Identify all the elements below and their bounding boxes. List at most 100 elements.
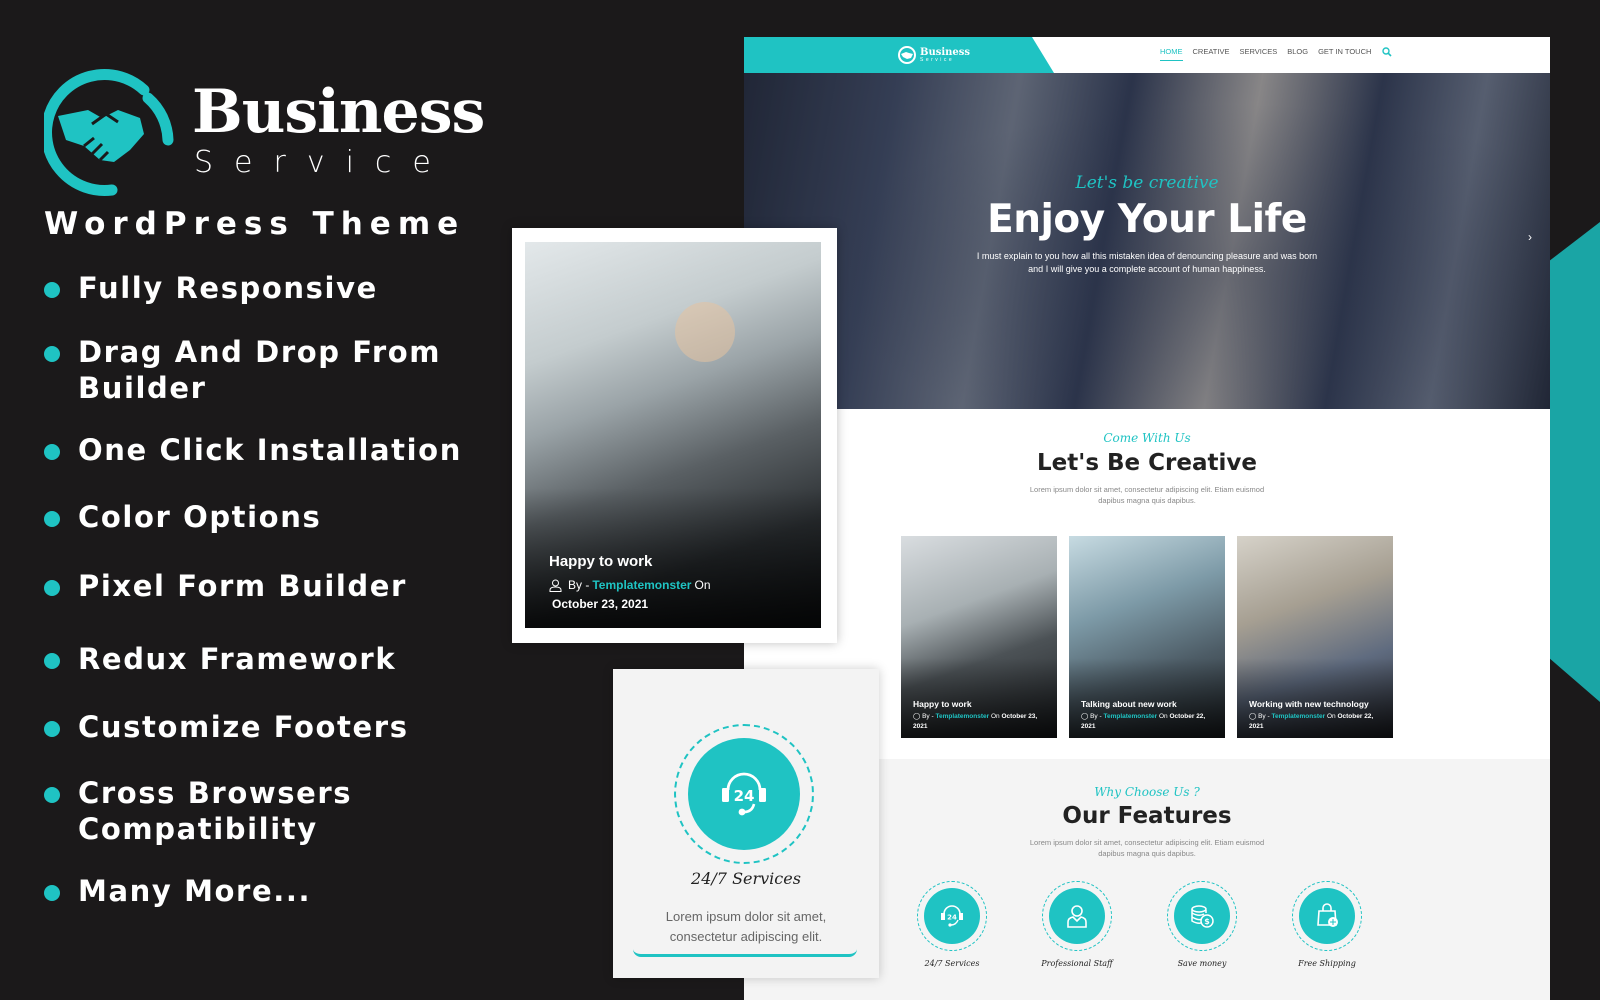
section-title: Let's Be Creative <box>1037 450 1257 476</box>
service-title: 24/7 Services <box>691 869 801 888</box>
user-icon: ◯ <box>1249 713 1257 720</box>
bullet-icon <box>44 511 60 527</box>
post-card[interactable]: Talking about new work ◯ By - Templatemo… <box>1069 536 1225 738</box>
post-card[interactable]: Happy to work ◯ By - Templatemonster On … <box>901 536 1057 738</box>
section-script-heading: Come With Us <box>1103 431 1191 445</box>
site-logo-name: Business <box>920 46 971 58</box>
feature-label: Many More... <box>78 874 312 908</box>
feature-item: Drag And Drop From Builder <box>44 334 458 406</box>
feature-item: One Click Installation <box>44 432 462 468</box>
hero-script-heading: Let's be creative <box>1075 173 1219 193</box>
post-by: By - <box>1090 713 1102 720</box>
feature-label: Free Shipping <box>1298 959 1356 968</box>
post-title[interactable]: Talking about new work <box>1081 698 1217 710</box>
accent-underline <box>633 949 857 957</box>
post-title[interactable]: Happy to work <box>549 553 801 570</box>
post-by: By - <box>1258 713 1270 720</box>
handshake-logo-icon <box>898 46 916 64</box>
decorative-teal-shape <box>1550 222 1600 702</box>
post-author[interactable]: Templatemonster <box>935 713 989 720</box>
svg-text:24: 24 <box>947 914 957 922</box>
post-author[interactable]: Templatemonster <box>1103 713 1157 720</box>
svg-text:24: 24 <box>734 787 755 805</box>
post-title[interactable]: Working with new technology <box>1249 698 1385 710</box>
feature-item: Customize Footers <box>44 709 409 745</box>
post-title[interactable]: Happy to work <box>913 698 1049 710</box>
feature-item: Redux Framework <box>44 641 396 677</box>
site-logo[interactable]: Business Service <box>897 45 970 65</box>
feature-item: Pixel Form Builder <box>44 568 407 604</box>
staff-icon <box>1067 905 1087 928</box>
bullet-icon <box>44 885 60 901</box>
bullet-icon <box>44 787 60 803</box>
feature-label: Color Options <box>78 500 322 534</box>
bullet-icon <box>44 653 60 669</box>
post-meta: ◯ By - Templatemonster On October 22, 20… <box>1081 712 1217 732</box>
brand-name: Business <box>192 77 485 147</box>
brand-lockup: Business Service <box>44 68 514 198</box>
post-cards: Happy to work ◯ By - Templatemonster On … <box>901 536 1393 738</box>
bullet-icon <box>44 346 60 362</box>
post-date: October 23, 2021 <box>552 597 649 611</box>
post-on: On <box>990 713 1000 720</box>
post-author[interactable]: Templatemonster <box>592 576 691 595</box>
nav-get-in-touch[interactable]: GET IN TOUCH <box>1318 47 1371 61</box>
site-header: Business Service HOME CREATIVE SERVICES … <box>744 37 1550 73</box>
service-card: 24 24/7 Services Lorem ipsum dolor sit a… <box>613 669 879 978</box>
svg-text:$: $ <box>1204 917 1210 926</box>
nav-home[interactable]: HOME <box>1160 47 1183 61</box>
bullet-icon <box>44 580 60 596</box>
post-meta: ◯ By - Templatemonster On October 22, 20… <box>1249 712 1385 732</box>
post-meta: ◯ By - Templatemonster On October 23, 20… <box>913 712 1049 732</box>
feature-label: Fully Responsive <box>78 271 378 305</box>
feature-item: Cross Browsers Compatibility <box>44 775 378 847</box>
post-image: Happy to work By - Templatemonster On Oc… <box>525 242 821 628</box>
section-description: Lorem ipsum dolor sit amet, consectetur … <box>1029 485 1265 505</box>
headset-24-icon: 24 <box>722 772 766 816</box>
post-author[interactable]: Templatemonster <box>1271 713 1325 720</box>
hero-banner: Let's be creative Enjoy Your Life I must… <box>744 73 1550 409</box>
feature-item: Color Options <box>44 499 321 535</box>
nav-services[interactable]: SERVICES <box>1239 47 1277 61</box>
handshake-logo-icon <box>44 68 174 196</box>
post-on: On <box>1158 713 1168 720</box>
site-logo-sub: Service <box>920 56 955 63</box>
feature-item: Fully Responsive <box>44 270 378 306</box>
feature-label: Professional Staff <box>1041 959 1113 968</box>
feature-icons: 24 24/7 Services Professional Staff $ Sa… <box>917 881 1362 968</box>
feature-card: $ Save money <box>1167 881 1237 968</box>
feature-label: Save money <box>1177 959 1227 968</box>
post-on: On <box>1326 713 1336 720</box>
feature-card: Free Shipping <box>1292 881 1362 968</box>
shopping-bag-icon <box>1317 903 1338 927</box>
feature-label: Redux Framework <box>78 642 397 676</box>
feature-label: Pixel Form Builder <box>78 569 407 603</box>
chevron-right-icon[interactable]: › <box>1528 231 1538 243</box>
service-icon-ring: 24 <box>674 724 814 864</box>
feature-label: Customize Footers <box>78 710 409 744</box>
feature-label: One Click Installation <box>78 433 462 467</box>
post-card[interactable]: Working with new technology ◯ By - Templ… <box>1237 536 1393 738</box>
bullet-icon <box>44 282 60 298</box>
featured-post-card[interactable]: Happy to work By - Templatemonster On Oc… <box>512 228 837 643</box>
service-description: Lorem ipsum dolor sit amet, consectetur … <box>665 909 827 944</box>
brand-subtitle: Service <box>194 145 452 180</box>
section-description: Lorem ipsum dolor sit amet, consectetur … <box>1029 838 1265 858</box>
post-meta: By - Templatemonster On October 23, 2021 <box>549 576 801 614</box>
feature-label: Drag And Drop From Builder <box>78 335 442 405</box>
hero-title: Enjoy Your Life <box>987 197 1307 242</box>
feature-card: Professional Staff <box>1041 881 1113 968</box>
hero-description: I must explain to you how all this mista… <box>976 251 1318 274</box>
bullet-icon <box>44 444 60 460</box>
coins-icon: $ <box>1191 905 1214 928</box>
user-icon <box>549 579 562 592</box>
feature-label: Cross Browsers Compatibility <box>78 776 353 846</box>
user-icon: ◯ <box>913 713 921 720</box>
search-icon[interactable] <box>1382 47 1392 57</box>
feature-card: 24 24/7 Services <box>917 881 987 968</box>
main-nav: HOME CREATIVE SERVICES BLOG GET IN TOUCH <box>1160 47 1371 61</box>
headset-24-icon: 24 <box>941 905 963 927</box>
nav-creative[interactable]: CREATIVE <box>1193 47 1230 61</box>
bullet-icon <box>44 721 60 737</box>
nav-blog[interactable]: BLOG <box>1287 47 1308 61</box>
